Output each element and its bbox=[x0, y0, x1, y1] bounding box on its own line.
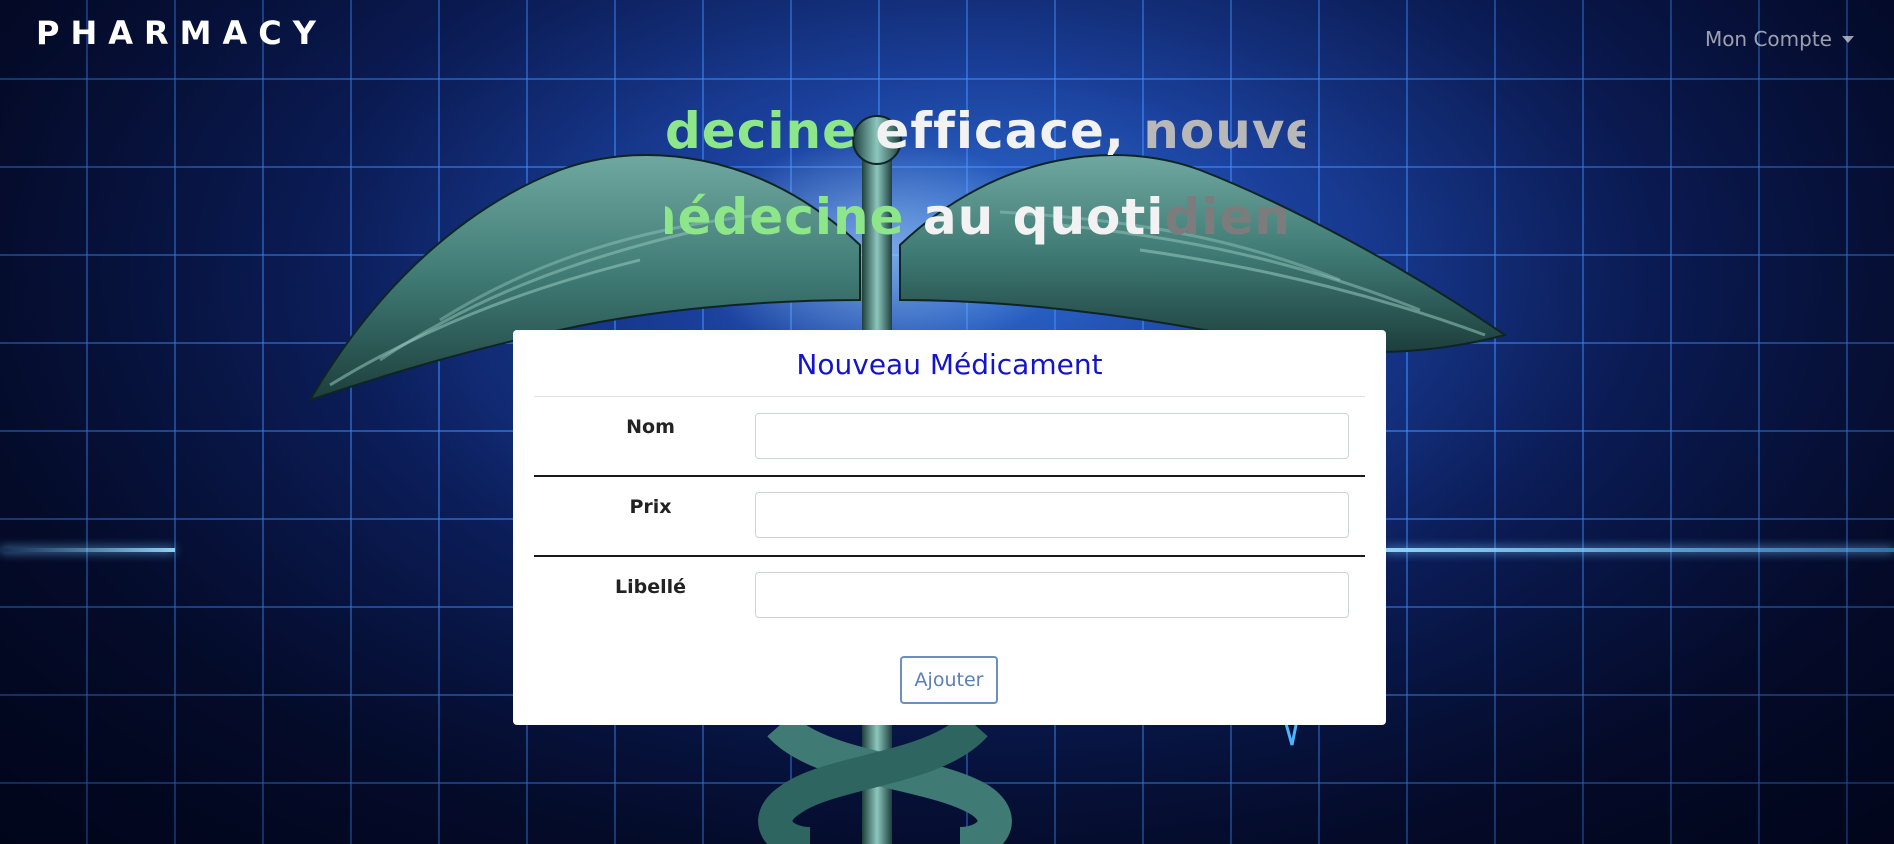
form-title: Nouveau Médicament bbox=[796, 348, 1103, 381]
slogan-segment: dien ! bbox=[1164, 188, 1305, 246]
slogan-segment: quoti bbox=[1012, 188, 1165, 246]
ajouter-button[interactable]: Ajouter bbox=[900, 656, 998, 704]
slogan-segment: au bbox=[922, 188, 1013, 246]
libelle-input[interactable] bbox=[755, 572, 1349, 618]
caret-down-icon[interactable] bbox=[1842, 35, 1854, 43]
prix-input[interactable] bbox=[755, 492, 1349, 538]
slogan-segment: efficace, bbox=[875, 102, 1144, 160]
slogan-line-2: nédecine au quotidien ! bbox=[665, 174, 1305, 248]
prix-label: Prix bbox=[629, 496, 672, 518]
slogan-segment: nouvelle bbox=[1143, 102, 1305, 160]
slogan-segment: nédecine bbox=[665, 188, 923, 246]
new-medication-form: Nouveau Médicament Nom Prix Libellé Ajou… bbox=[513, 330, 1386, 725]
title-divider bbox=[534, 396, 1365, 397]
slogan-marquee: decine efficace, nouvelle nédecine au qu… bbox=[665, 88, 1305, 248]
brand-logo[interactable]: PHARMACY bbox=[36, 14, 327, 52]
row-divider bbox=[534, 555, 1365, 557]
account-menu-label[interactable]: Mon Compte bbox=[1705, 27, 1832, 51]
nom-input[interactable] bbox=[755, 413, 1349, 459]
slogan-line-1: decine efficace, nouvelle bbox=[665, 88, 1305, 174]
account-menu[interactable]: Mon Compte bbox=[1705, 27, 1854, 51]
row-divider bbox=[534, 475, 1365, 477]
slogan-segment: decine bbox=[665, 102, 876, 160]
libelle-label: Libellé bbox=[614, 576, 687, 598]
nom-label: Nom bbox=[626, 416, 675, 438]
